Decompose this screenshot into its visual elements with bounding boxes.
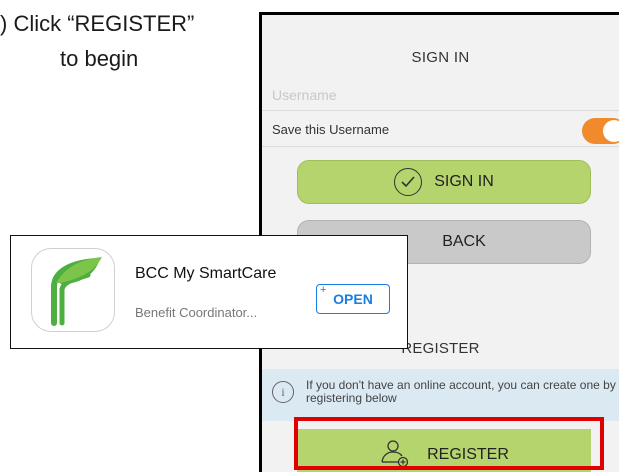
app-icon <box>31 248 115 332</box>
instruction-line-2: to begin <box>60 43 138 74</box>
toggle-knob <box>603 120 619 142</box>
add-user-icon <box>379 438 409 472</box>
back-button-label: BACK <box>442 233 486 251</box>
divider <box>262 146 619 147</box>
register-button[interactable]: REGISTER <box>297 429 591 472</box>
open-button-label: OPEN <box>333 291 373 307</box>
check-circle-icon <box>394 168 422 196</box>
info-icon: i <box>272 381 294 403</box>
signin-button[interactable]: SIGN IN <box>297 160 591 204</box>
app-subtitle: Benefit Coordinator... <box>135 305 257 320</box>
username-input[interactable] <box>272 83 602 107</box>
info-text: If you don't have an online account, you… <box>306 379 618 405</box>
info-bar: i If you don't have an online account, y… <box>262 369 619 421</box>
signin-button-label: SIGN IN <box>434 173 494 191</box>
save-username-toggle[interactable] <box>582 118 619 144</box>
app-store-card: BCC My SmartCare Benefit Coordinator... … <box>10 235 408 349</box>
open-button[interactable]: + OPEN <box>316 284 390 314</box>
divider <box>262 110 619 111</box>
instruction-line-1: ) Click “REGISTER” <box>0 8 194 39</box>
app-name: BCC My SmartCare <box>135 264 285 283</box>
save-username-label: Save this Username <box>272 122 389 137</box>
signin-header: SIGN IN <box>262 49 619 66</box>
register-button-label: REGISTER <box>427 446 509 464</box>
plus-icon: + <box>320 276 326 304</box>
